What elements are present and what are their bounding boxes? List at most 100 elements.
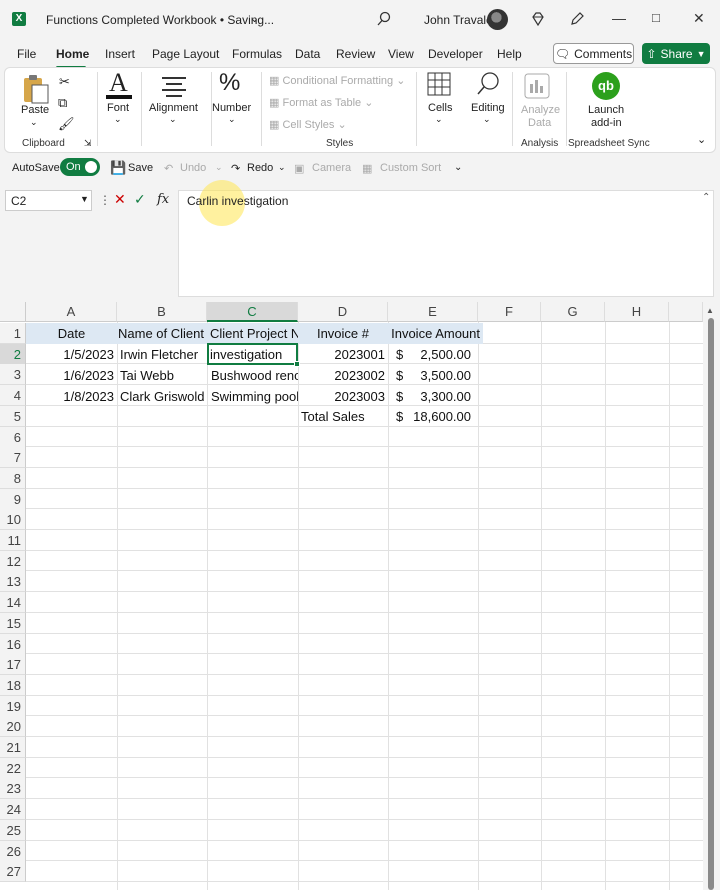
redo-button[interactable]: Redo — [247, 162, 273, 174]
cell-a4[interactable]: 1/8/2023 — [26, 386, 117, 407]
menu-review[interactable]: Review — [336, 47, 375, 61]
autosave-toggle[interactable]: On — [60, 158, 100, 176]
menu-view[interactable]: View — [388, 47, 414, 61]
row-header-10[interactable]: 10 — [0, 509, 26, 530]
percent-icon[interactable]: % — [219, 69, 240, 97]
pen-icon[interactable] — [569, 11, 585, 27]
conditional-formatting-button[interactable]: ▦ Conditional Formatting ⌄ — [269, 74, 405, 87]
row-header-8[interactable]: 8 — [0, 468, 26, 489]
avatar[interactable] — [487, 9, 508, 30]
editing-search-icon[interactable] — [475, 71, 501, 97]
share-button[interactable]: ⇧ Share ▼ — [642, 43, 710, 64]
row-header-7[interactable]: 7 — [0, 447, 26, 468]
cell-a3[interactable]: 1/6/2023 — [26, 365, 117, 386]
row-header-12[interactable]: 12 — [0, 551, 26, 572]
redo-icon[interactable]: ↷ — [231, 162, 240, 175]
formula-value[interactable]: Carlin investigation — [187, 194, 288, 208]
chevron-down-icon[interactable]: ⌄ — [228, 114, 236, 125]
cell-a1[interactable]: Date — [26, 323, 117, 344]
cells-button[interactable]: Cells — [428, 102, 452, 114]
cells-icon[interactable] — [427, 72, 451, 96]
dialog-launcher-icon[interactable]: ⇲ — [84, 138, 92, 149]
row-header-6[interactable]: 6 — [0, 427, 26, 448]
cell-e3[interactable]: 3,500.00 — [400, 365, 474, 386]
row-header-11[interactable]: 11 — [0, 530, 26, 551]
camera-button[interactable]: Camera — [312, 162, 351, 174]
cell-d1[interactable]: Invoice # — [298, 323, 388, 344]
search-icon[interactable] — [376, 11, 392, 27]
cancel-icon[interactable]: ✕ — [114, 191, 126, 208]
camera-icon[interactable]: ▣ — [294, 162, 304, 175]
cell-e1[interactable]: Invoice Amount — [388, 323, 483, 344]
row-header-25[interactable]: 25 — [0, 820, 26, 841]
diamond-icon[interactable] — [530, 11, 546, 27]
cell-b4[interactable]: Clark Griswold — [117, 386, 207, 407]
analyze-data-button[interactable]: Analyze — [521, 104, 560, 116]
row-header-5[interactable]: 5 — [0, 406, 26, 427]
chevron-down-icon[interactable]: ⌄ — [483, 114, 491, 125]
column-header-b[interactable]: B — [117, 302, 207, 322]
column-header-c[interactable]: C — [207, 302, 298, 322]
collapse-formula-icon[interactable]: ⌃ — [702, 192, 710, 203]
column-header-e[interactable]: E — [388, 302, 478, 322]
name-box[interactable]: C2 — [5, 190, 92, 211]
custom-sort-icon[interactable]: ▦ — [362, 162, 372, 175]
user-name[interactable]: John Travale — [424, 13, 493, 27]
chevron-down-icon[interactable]: ⌄ — [114, 114, 122, 125]
chevron-down-icon[interactable]: ⌄ — [278, 162, 286, 173]
row-header-4[interactable]: 4 — [0, 385, 26, 406]
menu-page-layout[interactable]: Page Layout — [152, 47, 219, 61]
cell-b1[interactable]: Name of Client — [117, 323, 207, 344]
number-button[interactable]: Number — [212, 102, 251, 114]
customize-toolbar-icon[interactable]: ⌄ — [454, 162, 462, 173]
menu-developer[interactable]: Developer — [428, 47, 483, 61]
row-header-21[interactable]: 21 — [0, 737, 26, 758]
cell-d3[interactable]: 2023002 — [298, 365, 388, 386]
insert-function-button[interactable]: fx — [157, 192, 169, 207]
more-options-icon[interactable]: ⋮ — [99, 193, 111, 207]
analyze-data-icon[interactable] — [523, 72, 551, 100]
column-header-g[interactable]: G — [541, 302, 605, 322]
chevron-down-icon[interactable]: ⌄ — [435, 114, 443, 125]
format-as-table-button[interactable]: ▦ Format as Table ⌄ — [269, 96, 373, 109]
undo-button[interactable]: Undo — [180, 162, 206, 174]
scroll-up-icon[interactable]: ▲ — [706, 306, 714, 315]
row-header-18[interactable]: 18 — [0, 675, 26, 696]
menu-data[interactable]: Data — [295, 47, 320, 61]
quickbooks-icon[interactable]: qb — [592, 72, 620, 100]
comments-button[interactable]: 🗨 Comments — [553, 43, 634, 64]
row-header-16[interactable]: 16 — [0, 634, 26, 655]
row-header-3[interactable]: 3 — [0, 364, 26, 385]
font-icon[interactable]: A — [109, 68, 128, 98]
cell-d4[interactable]: 2023003 — [298, 386, 388, 407]
row-header-17[interactable]: 17 — [0, 654, 26, 675]
fill-handle[interactable] — [294, 361, 300, 367]
menu-file[interactable]: File — [17, 47, 36, 61]
chevron-down-icon[interactable]: ▼ — [80, 194, 89, 204]
editing-button[interactable]: Editing — [471, 102, 505, 114]
cell-a2[interactable]: 1/5/2023 — [26, 344, 117, 365]
column-header-d[interactable]: D — [298, 302, 388, 322]
cell-b3[interactable]: Tai Webb — [117, 365, 207, 386]
cell-c3[interactable]: Bushwood renovation — [207, 365, 298, 386]
copy-icon[interactable]: ⧉ — [58, 95, 67, 111]
row-header-15[interactable]: 15 — [0, 613, 26, 634]
row-header-20[interactable]: 20 — [0, 716, 26, 737]
cell-d2[interactable]: 2023001 — [298, 344, 388, 365]
cell-b2[interactable]: Irwin Fletcher — [117, 344, 207, 365]
save-button[interactable]: Save — [128, 162, 153, 174]
row-header-24[interactable]: 24 — [0, 799, 26, 820]
custom-sort-button[interactable]: Custom Sort — [380, 162, 441, 174]
font-button[interactable]: Font — [107, 102, 129, 114]
row-header-1[interactable]: 1 — [0, 323, 26, 344]
close-icon[interactable]: ✕ — [693, 10, 705, 27]
cell-styles-button[interactable]: ▦ Cell Styles ⌄ — [269, 118, 347, 131]
paste-button[interactable]: Paste — [21, 104, 49, 116]
row-header-2[interactable]: 2 — [0, 344, 26, 365]
maximize-icon[interactable]: □ — [652, 10, 660, 25]
paste-icon[interactable] — [22, 74, 50, 104]
row-header-23[interactable]: 23 — [0, 778, 26, 799]
row-header-27[interactable]: 27 — [0, 861, 26, 882]
row-header-14[interactable]: 14 — [0, 592, 26, 613]
menu-help[interactable]: Help — [497, 47, 522, 61]
